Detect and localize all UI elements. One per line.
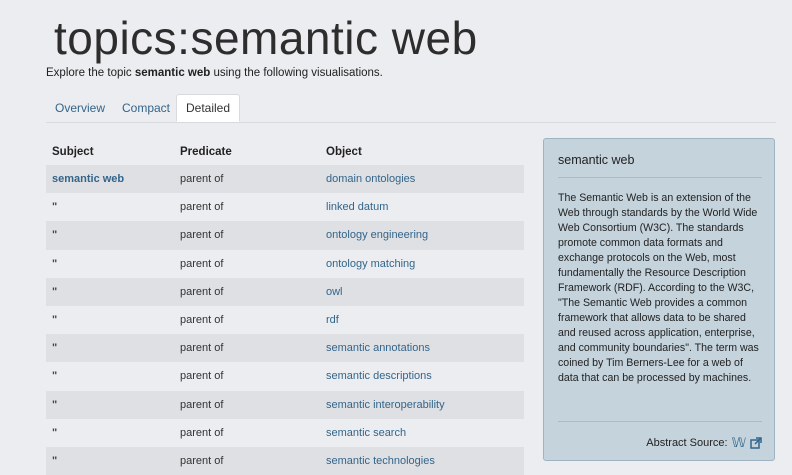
table-row: " parent of owl (46, 277, 524, 306)
object-link[interactable]: semantic descriptions (326, 370, 432, 382)
predicate-cell: parent of (180, 426, 224, 439)
table-row: " parent of semantic descriptions (46, 362, 524, 390)
predicate-cell: parent of (180, 313, 224, 326)
triples-table: Subject Predicate Object semantic web par… (46, 139, 524, 475)
table-body: semantic web parent of domain ontologies " p… (46, 165, 524, 475)
abstract-text: The Semantic Web is an extension of the … (558, 192, 759, 384)
intro-text: Explore the topic semantic web using the… (46, 67, 383, 79)
column-header-object: Object (326, 146, 362, 158)
table-row: semantic web parent of domain ontologies (46, 165, 524, 194)
abstract-panel: semantic web The Semantic Web is an exte… (543, 138, 775, 461)
subject-ditto: " (52, 229, 58, 242)
subject-ditto: " (52, 342, 58, 355)
object-link[interactable]: owl (326, 286, 343, 298)
external-link-icon[interactable] (750, 437, 762, 449)
tab-compact[interactable]: Compact (113, 94, 179, 122)
panel-divider (558, 421, 762, 422)
subject-ditto: " (52, 201, 58, 214)
wikipedia-icon[interactable]: 𝕎 (732, 435, 746, 451)
table-row: " parent of semantic interoperability (46, 390, 524, 419)
subject-ditto: " (52, 313, 58, 326)
object-link[interactable]: semantic search (326, 427, 406, 439)
subject-ditto: " (52, 454, 58, 467)
predicate-cell: parent of (180, 370, 224, 383)
table-row: " parent of ontology engineering (46, 221, 524, 250)
subject-ditto: " (52, 285, 58, 298)
predicate-cell: parent of (180, 201, 224, 214)
table-row: " parent of semantic annotations (46, 334, 524, 363)
predicate-cell: parent of (180, 229, 224, 242)
intro-topic: semantic web (134, 67, 211, 79)
subject-ditto: " (52, 257, 58, 270)
table-row: " parent of semantic search (46, 419, 524, 447)
abstract-source-label: Abstract Source: (646, 437, 728, 449)
object-link[interactable]: semantic technologies (326, 455, 435, 467)
object-link[interactable]: ontology engineering (326, 229, 428, 241)
column-header-subject: Subject (52, 146, 94, 158)
page-title: topics:semantic web (54, 12, 478, 64)
table-row: " parent of semantic technologies (46, 446, 524, 475)
panel-divider (558, 177, 762, 178)
table-header: Subject Predicate Object (46, 139, 524, 165)
panel-title: semantic web (558, 153, 635, 167)
subject-ditto: " (52, 426, 58, 439)
tab-overview[interactable]: Overview (46, 94, 114, 122)
predicate-cell: parent of (180, 285, 224, 298)
predicate-cell: parent of (180, 173, 224, 185)
predicate-cell: parent of (180, 257, 224, 270)
subject-ditto: " (52, 398, 58, 411)
table-row: " parent of ontology matching (46, 250, 524, 278)
visualisation-tabs: Overview Compact Detailed (46, 94, 776, 123)
tab-detailed[interactable]: Detailed (176, 94, 241, 122)
predicate-cell: parent of (180, 454, 224, 467)
table-row: " parent of linked datum (46, 193, 524, 221)
subject-ditto: " (52, 370, 58, 383)
abstract-source: Abstract Source: 𝕎 (646, 435, 762, 451)
object-link[interactable]: semantic annotations (326, 342, 430, 354)
table-row: " parent of rdf (46, 306, 524, 334)
column-header-predicate: Predicate (180, 146, 232, 158)
predicate-cell: parent of (180, 342, 224, 355)
predicate-cell: parent of (180, 398, 224, 411)
object-link[interactable]: semantic interoperability (326, 399, 445, 411)
subject-link[interactable]: semantic web (52, 173, 124, 185)
object-link[interactable]: domain ontologies (326, 173, 415, 185)
object-link[interactable]: linked datum (326, 201, 388, 213)
object-link[interactable]: ontology matching (326, 258, 415, 270)
object-link[interactable]: rdf (326, 314, 339, 326)
